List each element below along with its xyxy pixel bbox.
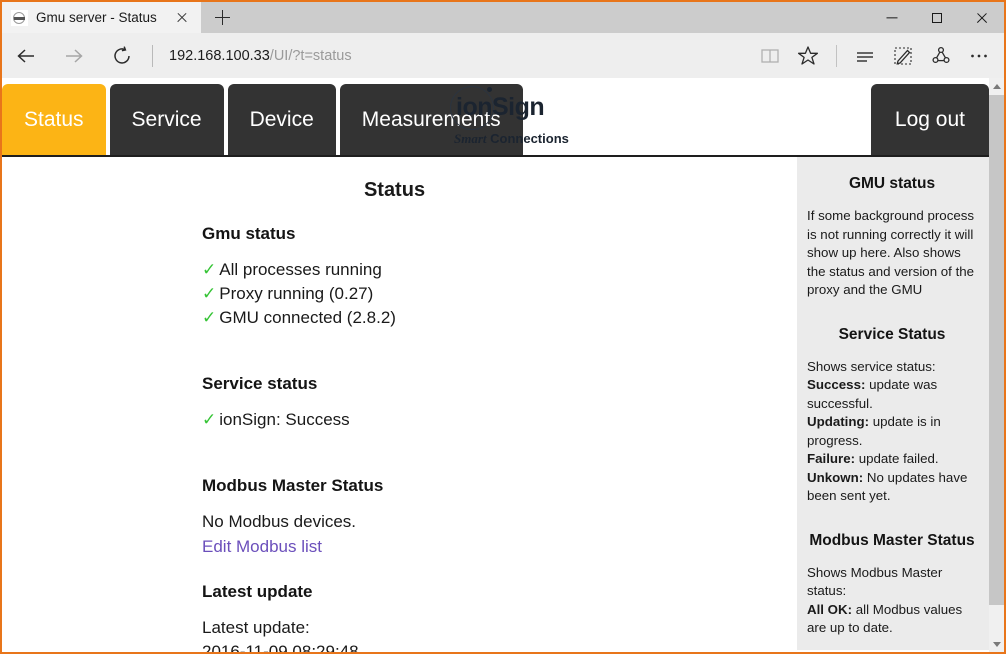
main-column: Status Gmu status ✓ All processes running…	[2, 157, 797, 652]
back-arrow-icon[interactable]	[2, 33, 50, 78]
status-item-label: All processes running	[219, 260, 382, 279]
status-item: ✓ Proxy running (0.27)	[202, 282, 797, 306]
logo-orbit-dot	[487, 87, 492, 92]
logout-button[interactable]: Log out	[870, 84, 989, 155]
tab-title: Gmu server - Status	[36, 10, 157, 25]
nav-tab-label: Device	[249, 107, 314, 131]
maximize-icon[interactable]	[914, 2, 959, 33]
help-title: Service Status	[838, 325, 946, 343]
content-wrapper: Status Gmu status ✓ All processes running…	[2, 157, 989, 652]
nav-tab-status[interactable]: Status	[2, 84, 106, 155]
check-icon: ✓	[202, 308, 217, 327]
status-item: ✓ GMU connected (2.8.2)	[202, 306, 797, 330]
help-text: Shows Modbus Master status: All OK: all …	[807, 564, 977, 638]
web-page: Status Service Device Measurements ionSi…	[2, 78, 989, 652]
help-term: Updating:	[807, 414, 870, 429]
logo-tagline: Smart Connections	[454, 131, 569, 147]
latest-update-label: Latest update:	[202, 618, 310, 637]
favorites-star-icon[interactable]	[789, 33, 827, 78]
help-def: update failed.	[855, 451, 939, 466]
scroll-up-arrow-icon[interactable]	[989, 78, 1004, 95]
section-latest-update: Latest update Latest update: 2016-11-09 …	[202, 582, 797, 652]
status-item: ✓ All processes running	[202, 258, 797, 282]
help-term: All OK:	[807, 601, 853, 617]
scrollbar-thumb[interactable]	[989, 95, 1004, 605]
nav-tab-device[interactable]: Device	[227, 84, 336, 155]
check-icon: ✓	[202, 260, 217, 279]
site-navigation: Status Service Device Measurements ionSi…	[2, 78, 989, 157]
close-icon[interactable]	[169, 5, 195, 31]
refresh-icon[interactable]	[98, 33, 146, 78]
browser-toolbar: 192.168.100.33/UI/?t=status	[2, 33, 1004, 78]
scroll-down-arrow-icon[interactable]	[989, 635, 1004, 652]
nav-tab-label: Status	[24, 107, 84, 131]
browser-tab[interactable]: Gmu server - Status	[2, 2, 201, 33]
nav-tab-service[interactable]: Service	[109, 84, 224, 155]
hub-icon[interactable]	[846, 33, 884, 78]
page-scrollbar[interactable]	[989, 78, 1004, 652]
latest-update-value: 2016-11-09 08:29:48	[202, 642, 359, 652]
forward-arrow-icon[interactable]	[50, 33, 98, 78]
logo-tagline-smart: Smart	[454, 131, 487, 146]
section-heading: Service status	[202, 374, 318, 393]
address-separator	[152, 44, 153, 67]
section-modbus-master-status: Modbus Master Status No Modbus devices. …	[202, 476, 797, 560]
section-service-status: Service status ✓ ionSign: Success	[202, 374, 797, 432]
window-controls	[869, 2, 1004, 33]
close-icon[interactable]	[959, 2, 1004, 33]
status-item-label: ionSign: Success	[219, 410, 350, 429]
minimize-icon[interactable]	[869, 2, 914, 33]
help-block-gmu-status: GMU status If some background process is…	[807, 175, 977, 300]
logo-tagline-connections: Connections	[490, 131, 569, 146]
ionsign-favicon	[11, 9, 28, 26]
section-heading: Modbus Master Status	[202, 476, 384, 495]
share-icon[interactable]	[922, 33, 960, 78]
logout-label: Log out	[894, 107, 965, 131]
toolbar-separator	[836, 44, 837, 67]
status-item: ✓ ionSign: Success	[202, 408, 797, 432]
help-block-service-status: Service Status Shows service status: Suc…	[807, 326, 977, 506]
browser-window: Gmu server - Status 192.168.100.33 /UI/?…	[0, 0, 1006, 654]
nav-tab-label: Service	[131, 107, 202, 131]
page-viewport: Status Service Device Measurements ionSi…	[2, 78, 1004, 652]
check-icon: ✓	[202, 284, 217, 303]
url-host: 192.168.100.33	[169, 47, 270, 64]
logo-mark: ionSign	[446, 86, 554, 130]
tab-strip: Gmu server - Status	[2, 2, 243, 33]
help-sidebar: GMU status If some background process is…	[797, 157, 989, 650]
help-term: Failure:	[807, 451, 856, 466]
new-tab-button[interactable]	[201, 2, 243, 33]
section-gmu-status: Gmu status ✓ All processes running ✓ Proxy…	[202, 224, 797, 330]
toolbar-icons	[751, 33, 1004, 78]
reading-view-icon[interactable]	[751, 33, 789, 78]
section-heading: Gmu status	[202, 224, 296, 243]
help-title: GMU status	[848, 175, 936, 192]
help-line: Shows Modbus Master status:	[807, 564, 943, 599]
web-note-icon[interactable]	[884, 33, 922, 78]
help-term: Success:	[807, 377, 866, 392]
more-actions-icon[interactable]	[960, 33, 998, 78]
edit-modbus-list-link[interactable]: Edit Modbus list	[202, 534, 322, 560]
help-block-modbus-master-status: Modbus Master Status Shows Modbus Master…	[807, 532, 977, 638]
check-icon: ✓	[202, 410, 217, 429]
browser-titlebar: Gmu server - Status	[2, 2, 1004, 33]
status-item-label: Proxy running (0.27)	[219, 284, 374, 303]
ionsign-logo: ionSign Smart Connections	[446, 86, 569, 152]
url-path: /UI/?t=status	[269, 47, 352, 64]
address-bar[interactable]: 192.168.100.33/UI/?t=status	[161, 33, 751, 78]
section-heading: Latest update	[202, 582, 313, 601]
modbus-devices-text: No Modbus devices.	[202, 512, 357, 531]
page-title: Status	[363, 179, 426, 201]
logo-wordmark: ionSign	[456, 93, 545, 121]
help-text: Shows service status: Success: update wa…	[807, 358, 977, 506]
help-text: If some background process is not runnin…	[807, 208, 975, 297]
help-title: Modbus Master Status	[809, 531, 975, 549]
status-item-label: GMU connected (2.8.2)	[219, 308, 396, 327]
help-line: Shows service status:	[807, 358, 936, 374]
help-term: Unkown:	[807, 469, 864, 485]
